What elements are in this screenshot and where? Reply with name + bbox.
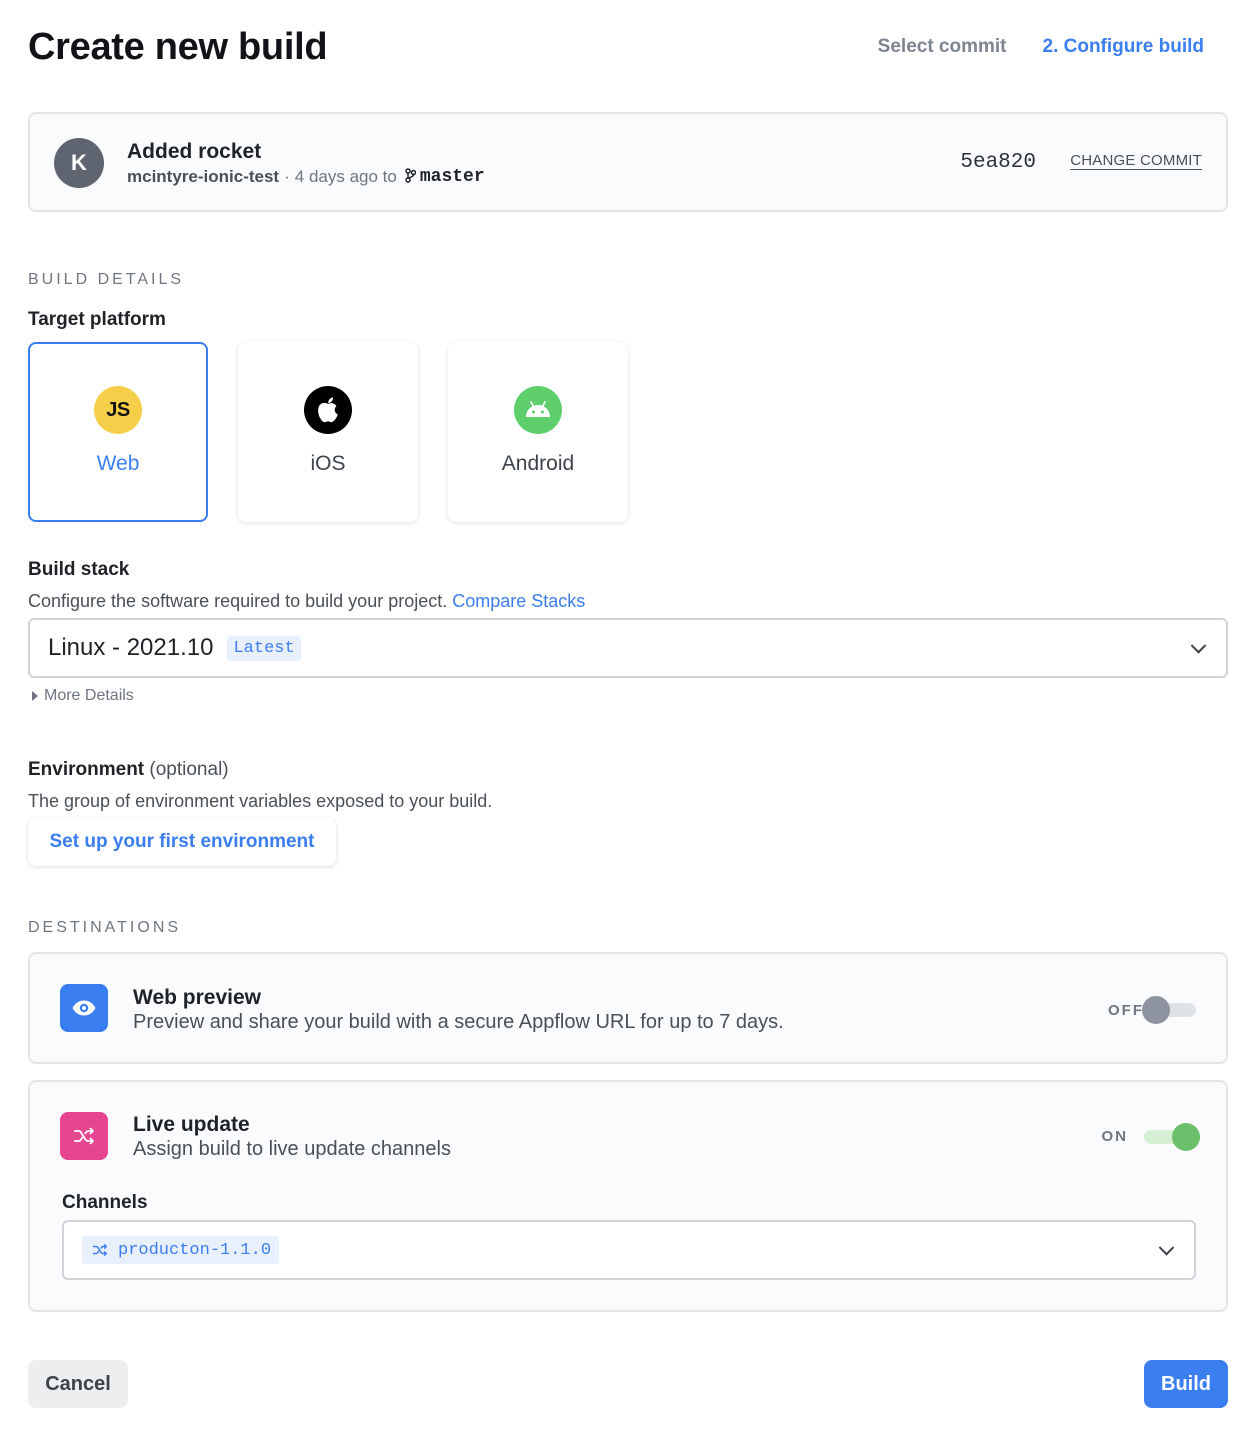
web-preview-title: Web preview xyxy=(133,986,261,1009)
javascript-icon: JS xyxy=(94,386,142,434)
web-preview-description: Preview and share your build with a secu… xyxy=(133,1011,784,1033)
platform-name-android: Android xyxy=(501,452,575,475)
build-stack-help-text: Configure the software required to build… xyxy=(28,591,448,611)
shuffle-icon xyxy=(60,1112,108,1160)
live-update-card: Live update Assign build to live update … xyxy=(28,1080,1228,1312)
platform-card-ios[interactable]: iOS xyxy=(238,342,418,522)
environment-optional: (optional) xyxy=(149,759,229,780)
live-update-toggle-label: ON xyxy=(1101,1128,1128,1145)
page-title: Create new build xyxy=(28,26,328,68)
live-update-description: Assign build to live update channels xyxy=(133,1138,451,1160)
shuffle-icon xyxy=(93,1243,108,1257)
platform-card-web[interactable]: JS Web xyxy=(28,342,208,522)
meta-separator: · xyxy=(284,167,290,186)
eye-icon xyxy=(60,984,108,1032)
build-stack-value: Linux - 2021.10 xyxy=(48,634,214,661)
web-preview-card: Web preview Preview and share your build… xyxy=(28,952,1228,1064)
build-button[interactable]: Build xyxy=(1144,1360,1228,1408)
live-update-toggle[interactable] xyxy=(1144,1123,1200,1151)
build-stack-label: Build stack xyxy=(28,559,130,580)
build-stack-select[interactable]: Linux - 2021.10 Latest xyxy=(28,618,1228,678)
chevron-down-icon xyxy=(1158,1240,1175,1256)
channels-label: Channels xyxy=(62,1192,148,1213)
wizard-steps: Select commit 2. Configure build xyxy=(878,36,1204,58)
channel-chip[interactable]: producton-1.1.0 xyxy=(82,1236,280,1264)
commit-sha: 5ea820 xyxy=(960,151,1036,174)
build-details-heading: BUILD DETAILS xyxy=(28,271,185,288)
target-platform-label: Target platform xyxy=(28,309,166,330)
step-configure-build[interactable]: 2. Configure build xyxy=(1043,36,1205,58)
web-preview-toggle[interactable] xyxy=(1142,996,1196,1024)
toggle-knob xyxy=(1142,996,1170,1024)
more-details-label: More Details xyxy=(44,687,134,704)
web-preview-toggle-label: OFF xyxy=(1108,1002,1144,1019)
toggle-knob xyxy=(1172,1123,1200,1151)
apple-icon xyxy=(304,386,352,434)
compare-stacks-link[interactable]: Compare Stacks xyxy=(452,591,585,611)
platform-card-android[interactable]: Android xyxy=(448,342,628,522)
cancel-button[interactable]: Cancel xyxy=(28,1360,128,1408)
android-icon xyxy=(514,386,562,434)
javascript-icon-text: JS xyxy=(106,398,130,421)
platform-name-web: Web xyxy=(96,452,140,475)
build-stack-help: Configure the software required to build… xyxy=(28,591,585,612)
channels-select[interactable]: producton-1.1.0 xyxy=(62,1220,1196,1280)
chevron-down-icon xyxy=(1190,638,1207,654)
commit-time: 4 days ago to xyxy=(294,167,397,186)
setup-environment-button[interactable]: Set up your first environment xyxy=(28,818,336,866)
environment-help: The group of environment variables expos… xyxy=(28,791,493,811)
environment-label-text: Environment xyxy=(28,759,145,780)
git-branch-icon xyxy=(405,167,417,187)
channel-name: producton-1.1.0 xyxy=(118,1240,272,1260)
commit-title: Added rocket xyxy=(127,140,262,163)
latest-badge: Latest xyxy=(227,635,301,661)
commit-repo: mcintyre-ionic-test xyxy=(127,167,280,186)
step-select-commit[interactable]: Select commit xyxy=(878,36,1007,58)
platform-name-ios: iOS xyxy=(310,452,346,475)
more-details-toggle[interactable]: More Details xyxy=(32,687,134,705)
avatar: K xyxy=(54,138,104,188)
commit-branch: master xyxy=(419,167,485,187)
destinations-heading: DESTINATIONS xyxy=(28,919,182,936)
environment-label: Environment (optional) xyxy=(28,759,229,781)
commit-card: K Added rocket mcintyre-ionic-test · 4 d… xyxy=(28,112,1228,212)
commit-meta: mcintyre-ionic-test · 4 days ago to mast… xyxy=(127,167,485,187)
live-update-title: Live update xyxy=(133,1113,250,1136)
caret-right-icon xyxy=(32,691,38,701)
change-commit-link[interactable]: CHANGE COMMIT xyxy=(1070,152,1202,169)
